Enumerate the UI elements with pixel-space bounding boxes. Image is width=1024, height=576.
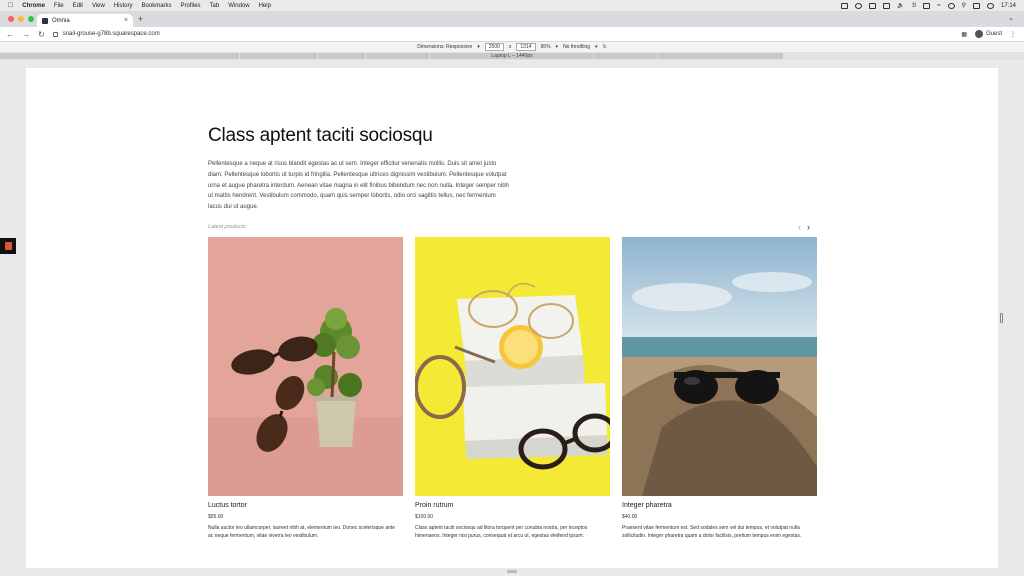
- wifi-icon[interactable]: ≈: [937, 3, 940, 9]
- reload-icon[interactable]: ↻: [38, 30, 45, 39]
- window-controls: [8, 16, 34, 22]
- status-app-icon[interactable]: [841, 2, 849, 9]
- browser-tab-bar: Omnia × + ⌄: [0, 11, 1024, 27]
- menu-view[interactable]: View: [92, 3, 105, 9]
- minimize-window-button[interactable]: [18, 16, 24, 22]
- product-image[interactable]: [622, 237, 817, 496]
- throttling-dropdown-arrow-icon[interactable]: ▾: [595, 44, 598, 50]
- chrome-menu-icon[interactable]: ⋮: [1010, 31, 1016, 38]
- product-image[interactable]: [415, 237, 610, 496]
- macos-menu-bar:  Chrome File Edit View History Bookmark…: [0, 0, 1024, 11]
- product-price: $100.00: [415, 514, 434, 520]
- siri-icon[interactable]: [986, 2, 994, 9]
- menu-help[interactable]: Help: [259, 3, 271, 9]
- extensions-icon[interactable]: ▦: [961, 31, 967, 38]
- side-extension-tab[interactable]: [0, 238, 16, 254]
- carousel-next-icon[interactable]: ›: [807, 222, 810, 232]
- dimension-separator: x: [508, 44, 512, 50]
- forward-arrow-icon[interactable]: →: [22, 30, 30, 39]
- user-icon[interactable]: [947, 2, 955, 9]
- status-gear-icon[interactable]: [855, 2, 863, 9]
- page-title: Class aptent taciti sociosqu: [208, 125, 433, 146]
- menu-edit[interactable]: Edit: [73, 3, 83, 9]
- viewport-resize-handle-bottom[interactable]: [507, 570, 517, 573]
- latest-products-label: Latest products: [208, 224, 246, 230]
- status-window-icon[interactable]: [869, 2, 877, 9]
- close-window-button[interactable]: [8, 16, 14, 22]
- dimensions-dropdown[interactable]: Dimensions: Responsive: [417, 44, 472, 50]
- width-input[interactable]: 2500: [484, 43, 504, 51]
- browser-tab[interactable]: Omnia ×: [37, 14, 133, 27]
- new-tab-button[interactable]: +: [138, 14, 143, 24]
- sunglasses-plant-image: [208, 237, 403, 496]
- tab-title: Omnia: [52, 17, 70, 24]
- menubar-clock[interactable]: 17:14: [1001, 3, 1016, 9]
- height-input[interactable]: 1314: [516, 43, 536, 51]
- media-query-ruler: Laptop L – 1440px: [0, 52, 1024, 60]
- tab-search-chevron-icon[interactable]: ⌄: [1008, 14, 1014, 22]
- viewport-resize-handle-right[interactable]: [1000, 313, 1003, 323]
- omnibox[interactable]: snail-grouse-g78b.squarespace.com: [52, 31, 160, 37]
- zoom-window-button[interactable]: [28, 16, 34, 22]
- bluetooth-icon[interactable]: ℬ: [912, 2, 917, 9]
- address-toolbar: ← → ↻ snail-grouse-g78b.squarespace.com …: [0, 27, 1024, 42]
- volume-icon[interactable]: 🔈: [897, 2, 904, 9]
- menu-history[interactable]: History: [114, 3, 133, 9]
- profile-avatar-icon: [974, 30, 983, 38]
- ruler-label: Laptop L – 1440px: [491, 53, 533, 59]
- bookmark-icon: [4, 242, 12, 250]
- profile-label: Guest: [985, 31, 1002, 37]
- site-info-icon[interactable]: [52, 31, 58, 37]
- spotlight-search-icon[interactable]: ⚲: [962, 2, 966, 9]
- glasses-lemon-image: [415, 237, 610, 496]
- status-bars-icon[interactable]: [883, 2, 891, 9]
- battery-icon[interactable]: [923, 2, 931, 9]
- menu-window[interactable]: Window: [228, 3, 249, 9]
- control-center-icon[interactable]: [972, 2, 980, 9]
- menu-file[interactable]: File: [54, 3, 64, 9]
- page-viewport: Class aptent taciti sociosqu Pellentesqu…: [26, 68, 998, 568]
- close-tab-icon[interactable]: ×: [124, 17, 128, 24]
- menu-bookmarks[interactable]: Bookmarks: [142, 3, 172, 9]
- site-favicon-icon: [42, 17, 48, 24]
- product-card[interactable]: Integer pharetra $40.00 Praesent vitae f…: [622, 237, 817, 540]
- dimensions-dropdown-arrow-icon[interactable]: ▾: [477, 44, 480, 50]
- product-name[interactable]: Integer pharetra: [622, 502, 817, 509]
- zoom-dropdown-arrow-icon[interactable]: ▾: [556, 44, 559, 50]
- apple-menu-icon[interactable]: : [8, 2, 13, 9]
- throttling-dropdown[interactable]: No throttling: [563, 44, 590, 50]
- device-toolbar: Dimensions: Responsive ▾ 2500 x 1314 95%…: [0, 42, 1024, 52]
- menu-tab[interactable]: Tab: [210, 3, 220, 9]
- profile-button[interactable]: Guest: [974, 30, 1002, 38]
- product-price: $55.00: [208, 514, 224, 520]
- rotate-icon[interactable]: ↻: [603, 44, 607, 50]
- product-name[interactable]: Proin rutrum: [415, 502, 610, 509]
- back-arrow-icon[interactable]: ←: [6, 30, 14, 39]
- carousel-prev-icon[interactable]: ‹: [798, 222, 801, 232]
- carousel-controls: ‹ ›: [798, 222, 810, 232]
- sunglasses-beach-image: [622, 237, 817, 496]
- menu-app-name[interactable]: Chrome: [22, 3, 45, 9]
- zoom-dropdown[interactable]: 95%: [541, 44, 551, 50]
- product-price: $40.00: [622, 514, 638, 520]
- product-name[interactable]: Luctus tortor: [208, 502, 403, 509]
- menu-profiles[interactable]: Profiles: [181, 3, 201, 9]
- product-description: Class aptent taciti sociosqu ad litora t…: [415, 525, 588, 539]
- intro-paragraph: Pellentesque a neque at risus blandit eg…: [208, 161, 509, 211]
- url-text[interactable]: snail-grouse-g78b.squarespace.com: [63, 31, 160, 37]
- product-description: Nulla auctor leo ullamcorper, laoreet ni…: [208, 525, 396, 539]
- product-image[interactable]: [208, 237, 403, 496]
- product-card[interactable]: Luctus tortor $55.00 Nulla auctor leo ul…: [208, 237, 403, 540]
- product-description: Praesent vitae fermentum est. Sed sodale…: [622, 525, 802, 539]
- product-card[interactable]: Proin rutrum $100.00 Class aptent taciti…: [415, 237, 610, 540]
